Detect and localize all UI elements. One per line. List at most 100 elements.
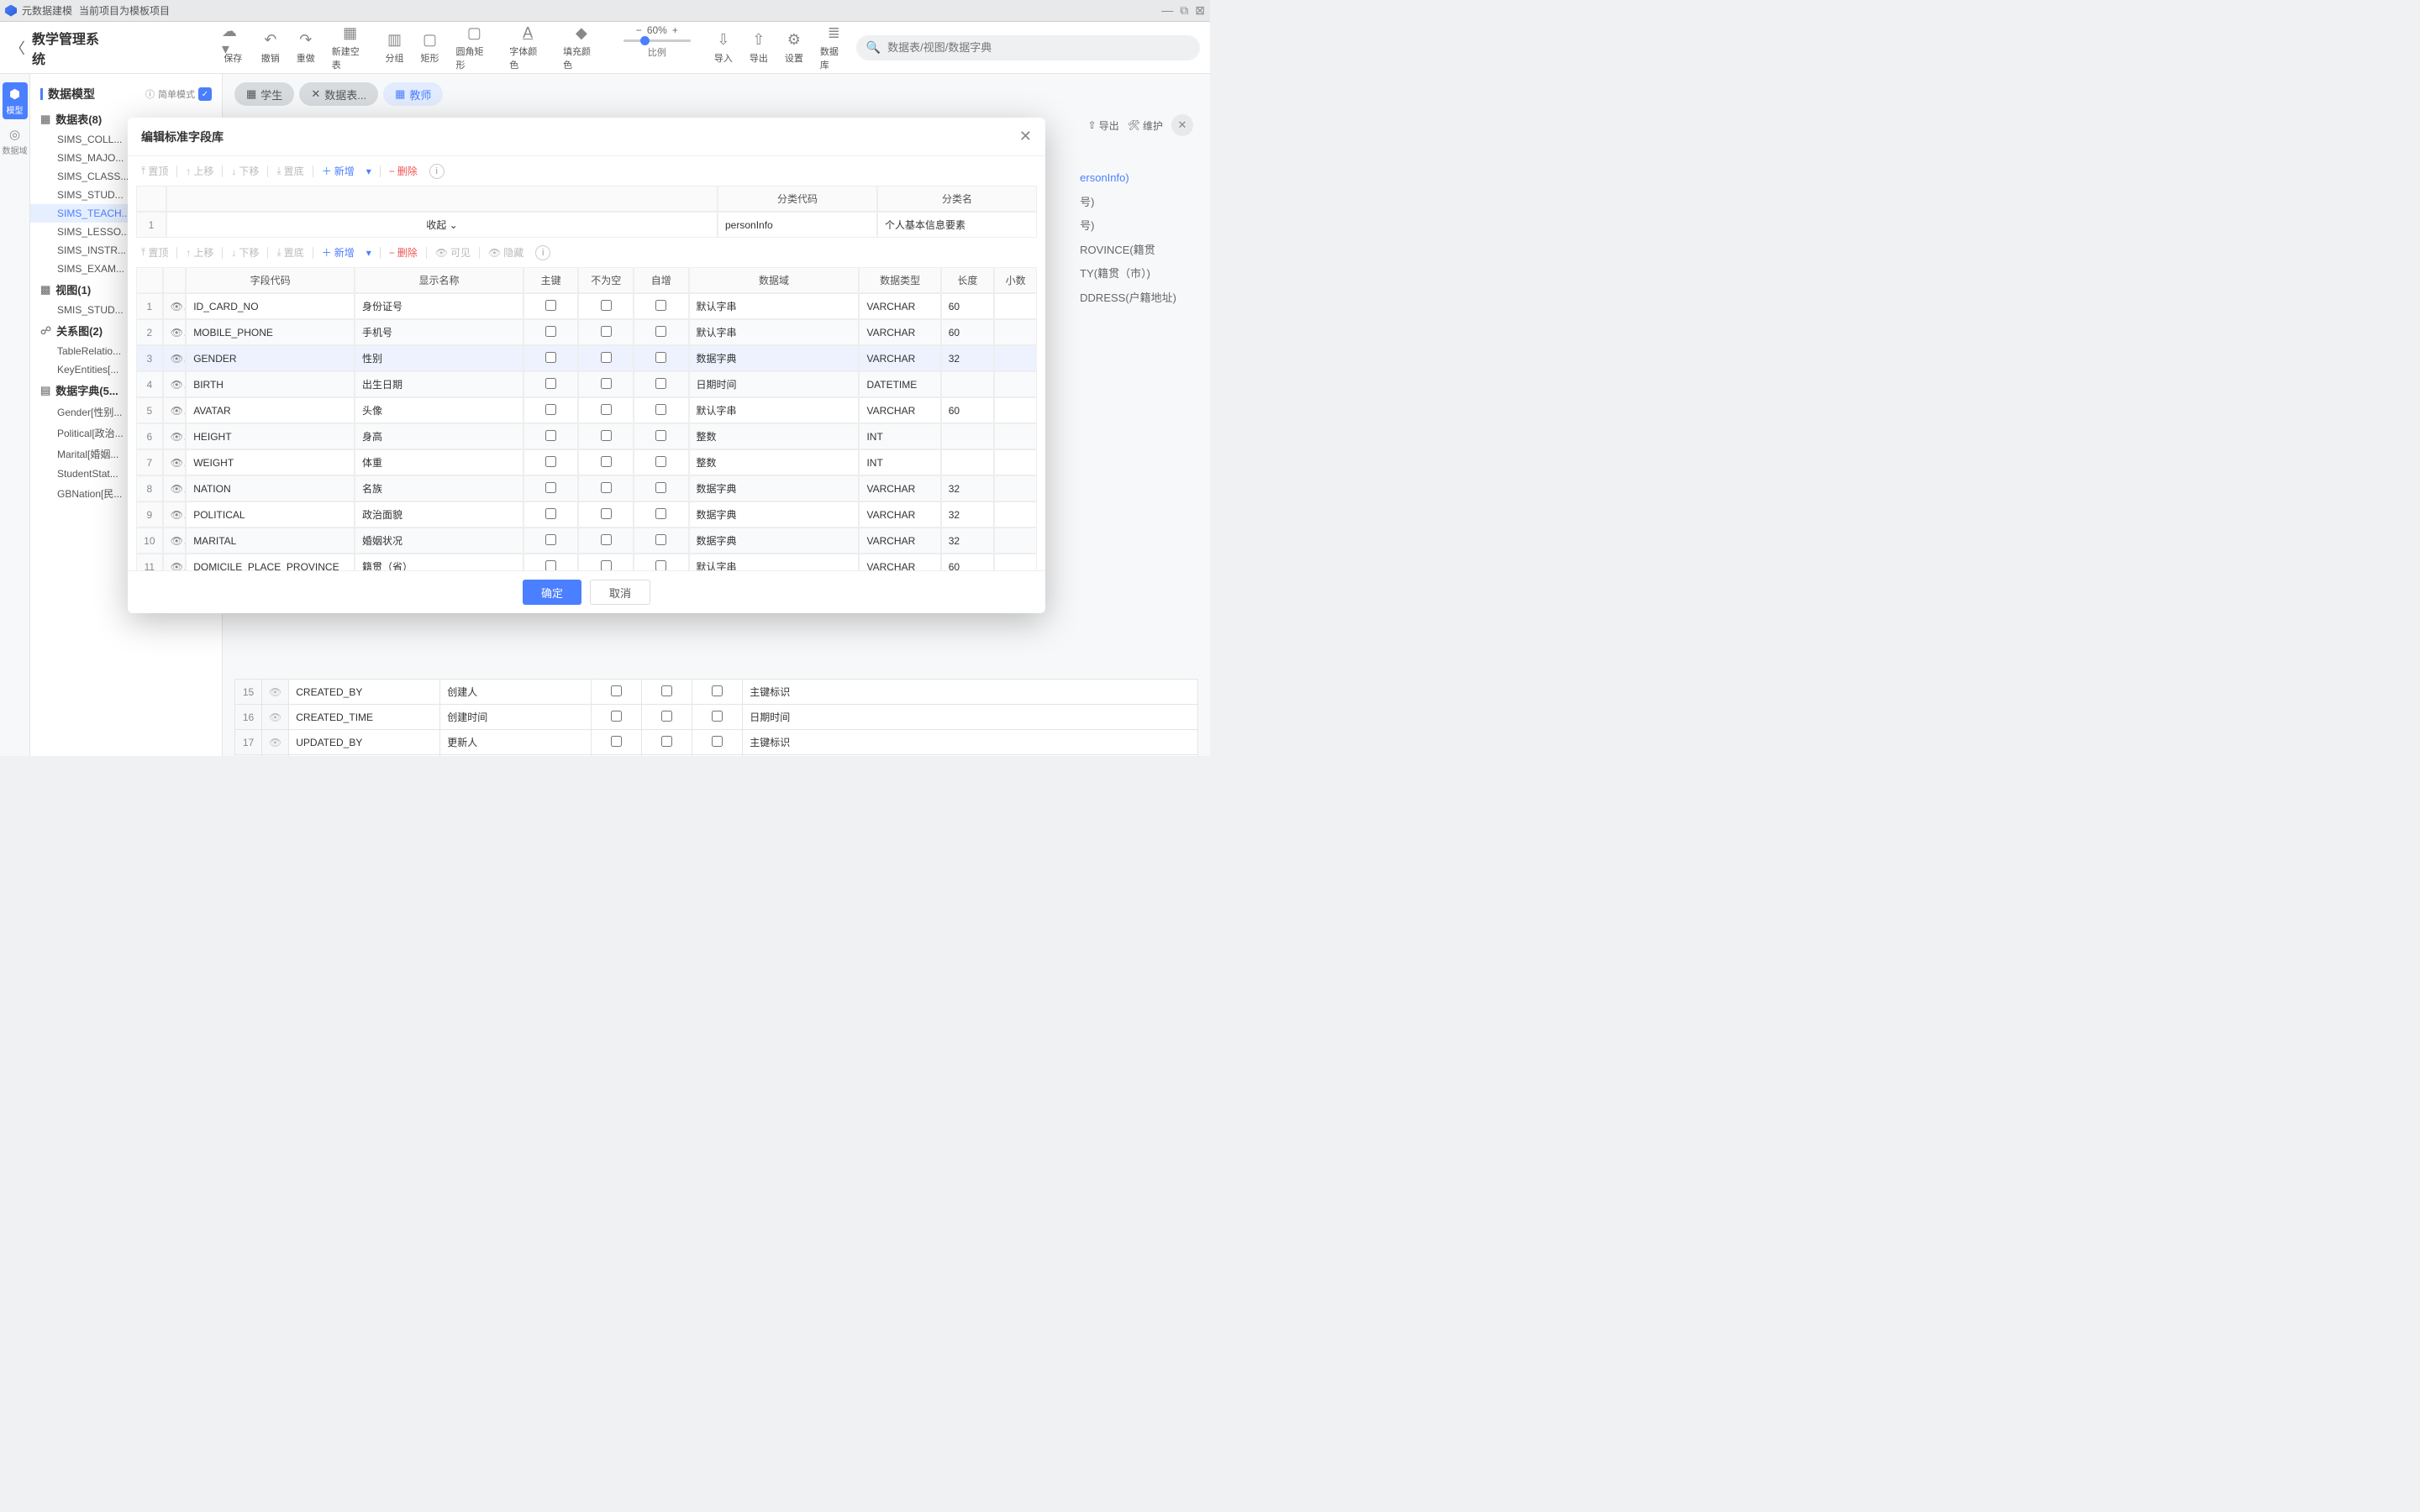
cell-len[interactable]: 60 bbox=[941, 397, 994, 423]
cell-len[interactable]: 32 bbox=[941, 475, 994, 501]
cell-len[interactable]: 60 bbox=[941, 293, 994, 319]
maximize-icon[interactable]: ⧉ bbox=[1180, 3, 1188, 18]
cell-nn[interactable] bbox=[578, 345, 634, 371]
cell-pk[interactable] bbox=[523, 449, 579, 475]
visibility-icon[interactable]: 👁 bbox=[163, 371, 186, 397]
add-button[interactable]: ＋新增 bbox=[317, 161, 360, 181]
field-row[interactable]: 4👁BIRTH出生日期日期时间DATETIME bbox=[136, 371, 1037, 397]
cell-code[interactable]: HEIGHT bbox=[186, 423, 355, 449]
cell-type[interactable]: INT bbox=[859, 449, 940, 475]
roundrect-button[interactable]: ▢圆角矩形 bbox=[448, 24, 502, 71]
visibility-icon[interactable]: 👁 bbox=[163, 423, 186, 449]
cell-name[interactable]: 籍贯（省） bbox=[355, 554, 523, 570]
cell-domain[interactable]: 默认字串 bbox=[689, 319, 860, 345]
import-button[interactable]: ⇩导入 bbox=[706, 24, 741, 71]
cell-type[interactable]: VARCHAR bbox=[859, 528, 940, 554]
cell-nn[interactable] bbox=[578, 554, 634, 570]
cell-domain[interactable]: 默认字串 bbox=[689, 293, 860, 319]
visibility-icon[interactable]: 👁 bbox=[163, 397, 186, 423]
cell-pk[interactable] bbox=[523, 371, 579, 397]
cell-name[interactable]: 体重 bbox=[355, 449, 523, 475]
cell-len[interactable] bbox=[941, 449, 994, 475]
cell-dec[interactable] bbox=[994, 423, 1037, 449]
cell-nn[interactable] bbox=[578, 319, 634, 345]
cell-dec[interactable] bbox=[994, 528, 1037, 554]
field-row[interactable]: 11👁DOMICILE_PLACE_PROVINCE籍贯（省）默认字串VARCH… bbox=[136, 554, 1037, 570]
cell-dec[interactable] bbox=[994, 501, 1037, 528]
visibility-icon[interactable]: 👁 bbox=[163, 293, 186, 319]
cell-nn[interactable] bbox=[578, 501, 634, 528]
cell-dec[interactable] bbox=[994, 554, 1037, 570]
cell-dec[interactable] bbox=[994, 449, 1037, 475]
cell-code[interactable]: DOMICILE_PLACE_PROVINCE bbox=[186, 554, 355, 570]
cell-ai[interactable] bbox=[634, 397, 689, 423]
field-row[interactable]: 3👁GENDER性别数据字典VARCHAR32 bbox=[136, 345, 1037, 371]
cell-pk[interactable] bbox=[523, 319, 579, 345]
collapse-toggle[interactable]: 收起 ⌄ bbox=[166, 212, 718, 238]
rect-button[interactable]: ▢矩形 bbox=[413, 24, 448, 71]
newtable-button[interactable]: ▦新建空表 bbox=[324, 24, 377, 71]
close-icon[interactable]: ⊠ bbox=[1195, 3, 1205, 18]
cell-domain[interactable]: 数据字典 bbox=[689, 345, 860, 371]
search-field[interactable] bbox=[887, 41, 1190, 54]
cell-domain[interactable]: 数据字典 bbox=[689, 528, 860, 554]
cell-nn[interactable] bbox=[578, 449, 634, 475]
cell-name[interactable]: 政治面貌 bbox=[355, 501, 523, 528]
cat-name-cell[interactable]: 个人基本信息要素 bbox=[877, 212, 1037, 238]
cell-ai[interactable] bbox=[634, 371, 689, 397]
cell-name[interactable]: 头像 bbox=[355, 397, 523, 423]
cell-type[interactable]: INT bbox=[859, 423, 940, 449]
cell-name[interactable]: 出生日期 bbox=[355, 371, 523, 397]
cell-dec[interactable] bbox=[994, 397, 1037, 423]
save-button[interactable]: ☁︎▾保存 bbox=[213, 24, 253, 71]
cell-nn[interactable] bbox=[578, 371, 634, 397]
cell-ai[interactable] bbox=[634, 423, 689, 449]
cell-dec[interactable] bbox=[994, 475, 1037, 501]
fillcolor-button[interactable]: ◆填充颜色 bbox=[555, 24, 608, 71]
cell-dec[interactable] bbox=[994, 293, 1037, 319]
field-row[interactable]: 7👁WEIGHT体重整数INT bbox=[136, 449, 1037, 475]
cell-dec[interactable] bbox=[994, 319, 1037, 345]
info-icon[interactable]: i bbox=[429, 164, 445, 179]
undo-button[interactable]: ↶撤销 bbox=[253, 24, 288, 71]
visibility-icon[interactable]: 👁 bbox=[163, 449, 186, 475]
cell-code[interactable]: GENDER bbox=[186, 345, 355, 371]
cell-len[interactable]: 60 bbox=[941, 554, 994, 570]
settings-button[interactable]: ⚙设置 bbox=[776, 24, 812, 71]
cell-ai[interactable] bbox=[634, 475, 689, 501]
cat-code-cell[interactable]: personInfo bbox=[718, 212, 877, 238]
ok-button[interactable]: 确定 bbox=[523, 580, 581, 605]
field-row[interactable]: 1👁ID_CARD_NO身份证号默认字串VARCHAR60 bbox=[136, 293, 1037, 319]
cell-domain[interactable]: 数据字典 bbox=[689, 501, 860, 528]
cell-dec[interactable] bbox=[994, 371, 1037, 397]
field-row[interactable]: 9👁POLITICAL政治面貌数据字典VARCHAR32 bbox=[136, 501, 1037, 528]
cell-code[interactable]: WEIGHT bbox=[186, 449, 355, 475]
cell-type[interactable]: VARCHAR bbox=[859, 345, 940, 371]
cell-name[interactable]: 手机号 bbox=[355, 319, 523, 345]
cell-dec[interactable] bbox=[994, 345, 1037, 371]
cell-domain[interactable]: 默认字串 bbox=[689, 397, 860, 423]
back-icon[interactable]: 〈 bbox=[10, 37, 25, 59]
cell-name[interactable]: 名族 bbox=[355, 475, 523, 501]
modal-close-icon[interactable]: ✕ bbox=[1019, 128, 1032, 145]
cell-nn[interactable] bbox=[578, 528, 634, 554]
cell-len[interactable] bbox=[941, 423, 994, 449]
cell-len[interactable]: 32 bbox=[941, 528, 994, 554]
visibility-icon[interactable]: 👁 bbox=[163, 345, 186, 371]
visibility-icon[interactable]: 👁 bbox=[163, 528, 186, 554]
add-button[interactable]: ＋新增 bbox=[317, 243, 360, 262]
visibility-icon[interactable]: 👁 bbox=[163, 475, 186, 501]
field-row[interactable]: 2👁MOBILE_PHONE手机号默认字串VARCHAR60 bbox=[136, 319, 1037, 345]
field-row[interactable]: 10👁MARITAL婚姻状况数据字典VARCHAR32 bbox=[136, 528, 1037, 554]
cell-name[interactable]: 性别 bbox=[355, 345, 523, 371]
cell-domain[interactable]: 日期时间 bbox=[689, 371, 860, 397]
cell-domain[interactable]: 默认字串 bbox=[689, 554, 860, 570]
cell-code[interactable]: POLITICAL bbox=[186, 501, 355, 528]
cell-type[interactable]: VARCHAR bbox=[859, 554, 940, 570]
cell-pk[interactable] bbox=[523, 293, 579, 319]
cell-nn[interactable] bbox=[578, 423, 634, 449]
cell-ai[interactable] bbox=[634, 528, 689, 554]
cell-domain[interactable]: 整数 bbox=[689, 449, 860, 475]
zoom-control[interactable]: −60%+ 比例 bbox=[623, 24, 691, 71]
search-input[interactable]: 🔍 bbox=[856, 35, 1200, 60]
